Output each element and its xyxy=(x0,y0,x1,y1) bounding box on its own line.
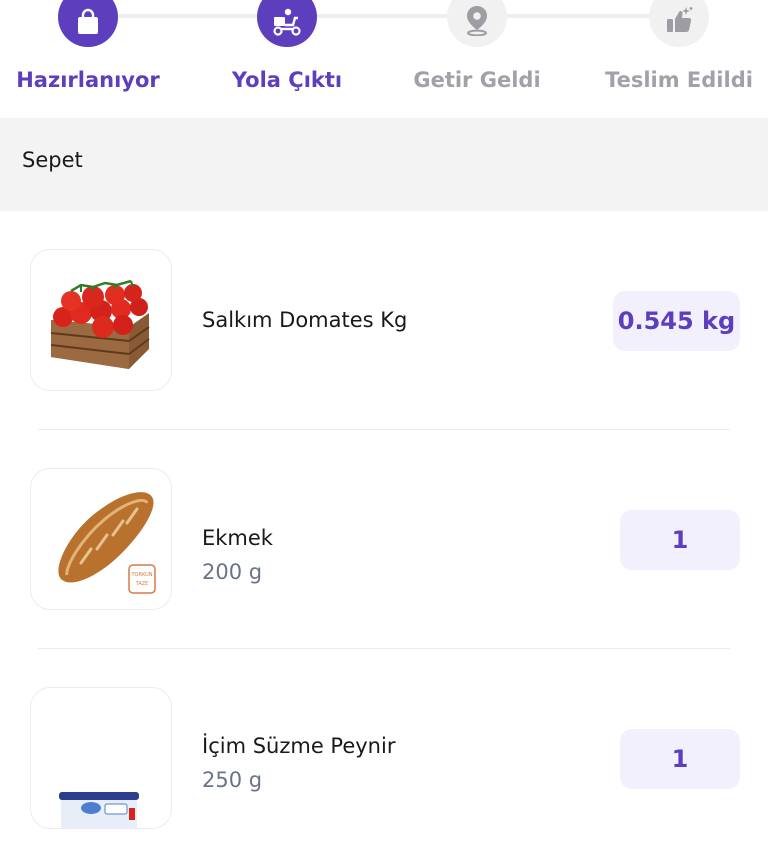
basket-item-list: Salkım Domates Kg 0.545 kg TORKUN TAZE E… xyxy=(0,211,768,868)
basket-title: Sepet xyxy=(22,148,83,172)
step-connector xyxy=(506,14,650,18)
product-name: İçim Süzme Peynir xyxy=(202,734,396,758)
step-label-arrived: Getir Geldi xyxy=(413,68,541,92)
product-thumbnail xyxy=(30,249,172,391)
step-delivered xyxy=(649,0,709,47)
product-name: Salkım Domates Kg xyxy=(202,308,408,332)
step-label-delivered: Teslim Edildi xyxy=(605,68,753,92)
thumbs-up-icon xyxy=(667,7,693,32)
basket-section-header: Sepet xyxy=(0,118,768,211)
step-label-preparing: Hazırlanıyor xyxy=(16,68,160,92)
step-on-the-way xyxy=(257,0,317,47)
shopping-bag-icon xyxy=(78,8,98,34)
cheese-package-image xyxy=(59,792,139,828)
step-preparing xyxy=(58,0,118,47)
list-item[interactable]: TORKUN TAZE Ekmek 200 g 1 xyxy=(0,430,768,649)
step-connector xyxy=(118,14,258,18)
product-thumbnail xyxy=(30,687,172,829)
product-thumbnail: TORKUN TAZE xyxy=(30,468,172,610)
svg-text:TORKUN: TORKUN xyxy=(130,572,152,578)
step-label-on-the-way: Yola Çıktı xyxy=(231,68,343,92)
list-item[interactable]: İçim Süzme Peynir 250 g 1 xyxy=(0,649,768,868)
step-arrived xyxy=(447,0,507,47)
quantity-badge: 0.545 kg xyxy=(613,291,740,351)
bread-loaf-image: TORKUN TAZE xyxy=(58,492,156,594)
product-weight: 200 g xyxy=(202,560,263,584)
step-connector xyxy=(316,14,448,18)
list-item[interactable]: Salkım Domates Kg 0.545 kg xyxy=(0,211,768,430)
courier-scooter-icon xyxy=(273,8,301,36)
product-name: Ekmek xyxy=(202,526,273,550)
quantity-badge: 1 xyxy=(620,729,740,789)
order-status-stepper: Hazırlanıyor Yola Çıktı Getir Geldi Tesl… xyxy=(0,0,768,118)
quantity-badge: 1 xyxy=(620,510,740,570)
location-pin-icon xyxy=(467,6,487,36)
tomatoes-in-crate-image xyxy=(50,279,150,369)
svg-text:TAZE: TAZE xyxy=(135,581,149,587)
product-weight: 250 g xyxy=(202,768,263,792)
